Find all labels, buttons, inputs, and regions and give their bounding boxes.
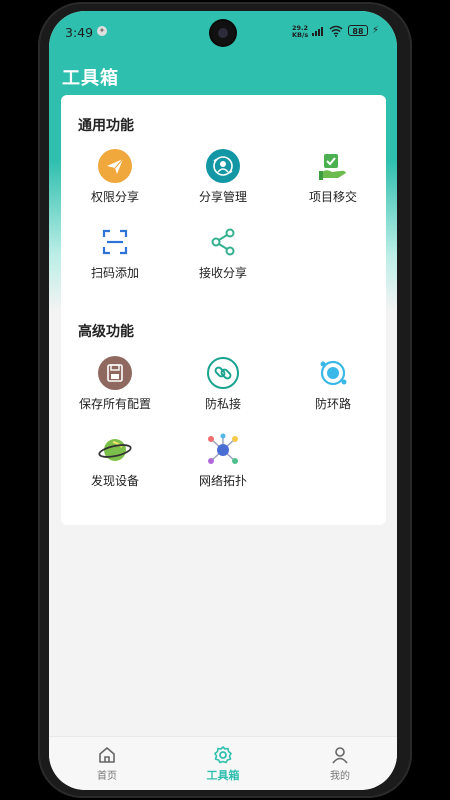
wrench-icon: ✦ bbox=[97, 26, 107, 36]
page-title: 工具箱 bbox=[62, 68, 119, 89]
status-bar: 3:49 ✦ 29.2 KB/s 88 ⚡ bbox=[49, 11, 397, 51]
phone-screen: 3:49 ✦ 29.2 KB/s 88 ⚡ 工具箱 通用功能 权限分享 分享管理… bbox=[49, 11, 397, 790]
tool-label: 扫码添加 bbox=[90, 266, 139, 280]
planet-icon bbox=[98, 439, 132, 461]
share-manage-icon bbox=[206, 149, 240, 183]
tool-project-transfer[interactable]: 项目移交 bbox=[283, 149, 383, 205]
charging-icon: ⚡ bbox=[372, 25, 380, 36]
tool-label: 分享管理 bbox=[198, 190, 247, 204]
tool-permission-share[interactable]: 权限分享 bbox=[65, 149, 165, 205]
tool-share-manage[interactable]: 分享管理 bbox=[173, 149, 273, 205]
tool-label: 发现设备 bbox=[90, 474, 139, 488]
tab-label: 首页 bbox=[97, 771, 117, 782]
scan-icon bbox=[102, 229, 128, 255]
tool-discover-device[interactable]: 发现设备 bbox=[65, 433, 165, 489]
tab-toolbox[interactable]: 工具箱 bbox=[183, 745, 263, 783]
link-guard-icon bbox=[207, 357, 239, 389]
signal-icon bbox=[312, 26, 323, 36]
section-title-advanced: 高级功能 bbox=[78, 324, 134, 340]
tool-label: 接收分享 bbox=[198, 266, 247, 280]
share-icon bbox=[211, 228, 235, 256]
tool-link-guard[interactable]: 防私接 bbox=[173, 356, 273, 412]
tool-receive-share[interactable]: 接收分享 bbox=[173, 225, 273, 281]
tab-label: 工具箱 bbox=[206, 769, 240, 782]
battery-icon: 88 bbox=[348, 25, 368, 36]
camera-cutout bbox=[211, 21, 235, 45]
tools-card: 通用功能 权限分享 分享管理 项目移交 扫码添加 接收分享 高级功能 保存所有配… bbox=[61, 95, 386, 525]
tool-label: 权限分享 bbox=[90, 190, 139, 204]
tool-label: 保存所有配置 bbox=[78, 397, 151, 411]
tool-loop-guard[interactable]: 防环路 bbox=[283, 356, 383, 412]
network-speed-unit: KB/s bbox=[292, 31, 309, 39]
status-time: 3:49 bbox=[65, 25, 94, 40]
tool-label: 网络拓扑 bbox=[198, 474, 247, 488]
tab-label: 我的 bbox=[330, 771, 350, 782]
tab-home[interactable]: 首页 bbox=[67, 745, 147, 782]
tab-mine[interactable]: 我的 bbox=[300, 745, 380, 782]
person-icon bbox=[332, 747, 348, 764]
section-title-general: 通用功能 bbox=[78, 118, 134, 134]
home-icon bbox=[99, 747, 115, 763]
wifi-icon bbox=[329, 25, 343, 37]
bottom-tab-bar: 首页 工具箱 我的 bbox=[49, 736, 397, 790]
tool-save-config[interactable]: 保存所有配置 bbox=[65, 356, 165, 412]
save-config-icon bbox=[98, 356, 132, 390]
send-plane-icon bbox=[98, 149, 132, 183]
project-transfer-icon bbox=[319, 154, 346, 180]
loop-guard-icon bbox=[320, 360, 347, 386]
gear-icon bbox=[214, 746, 232, 764]
tool-scan-add[interactable]: 扫码添加 bbox=[65, 225, 165, 281]
network-speed: 29.2 KB/s bbox=[292, 25, 308, 39]
tool-label: 项目移交 bbox=[308, 190, 357, 204]
topology-icon bbox=[208, 433, 238, 464]
tool-label: 防私接 bbox=[204, 397, 241, 411]
tool-label: 防环路 bbox=[314, 397, 351, 411]
tool-network-topology[interactable]: 网络拓扑 bbox=[173, 433, 273, 489]
